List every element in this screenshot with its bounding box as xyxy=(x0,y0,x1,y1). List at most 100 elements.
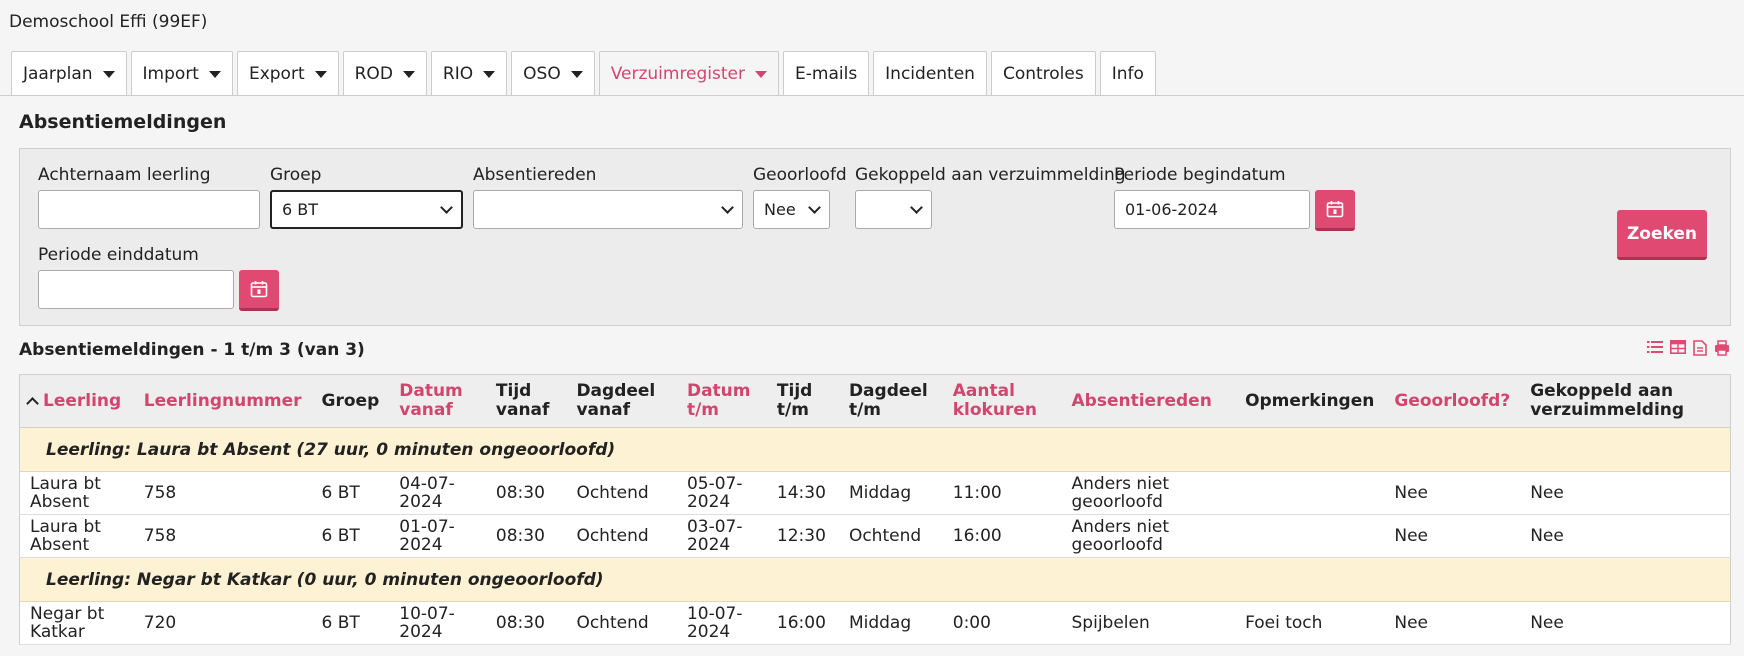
geoorloofd-select[interactable]: Nee xyxy=(753,190,830,229)
achternaam-label: Achternaam leerling xyxy=(38,165,211,185)
tab-rod[interactable]: ROD xyxy=(342,51,427,96)
cell-opmerkingen: Foei toch xyxy=(1235,601,1385,645)
caret-down-icon xyxy=(483,70,496,78)
cell-gekoppeld: Nee xyxy=(1520,471,1731,515)
col-groep: Groep xyxy=(311,374,390,428)
cell-dagdeel-vanaf: Ochtend xyxy=(566,601,677,645)
cell-tijd-vanaf: 08:30 xyxy=(485,514,567,558)
caret-down-icon xyxy=(570,70,583,78)
cell-leerling: Negar bt Katkar xyxy=(19,601,134,645)
cell-nummer: 758 xyxy=(133,471,312,515)
caret-down-icon xyxy=(314,70,327,78)
tab-label: Export xyxy=(248,64,305,84)
caret-down-icon xyxy=(208,70,221,78)
col-gekoppeld: Gekoppeld aan verzuimmelding xyxy=(1520,374,1731,428)
chevron-down-icon xyxy=(721,200,734,214)
cell-datum-tm: 10-07-2024 xyxy=(676,601,767,645)
tab-controles[interactable]: Controles xyxy=(990,51,1096,96)
begindatum-label: Periode begindatum xyxy=(1114,165,1286,185)
tab-label: Jaarplan xyxy=(23,64,93,84)
cell-nummer: 720 xyxy=(133,601,312,645)
cell-geoorloofd: Nee xyxy=(1384,601,1521,645)
col-tijd-vanaf: Tijd vanaf xyxy=(485,374,567,428)
tab-export[interactable]: Export xyxy=(236,51,339,96)
cell-opmerkingen xyxy=(1235,471,1385,515)
cell-dagdeel-vanaf: Ochtend xyxy=(566,514,677,558)
table-row[interactable]: Laura bt Absent 758 6 BT 04-07-2024 08:3… xyxy=(19,471,1731,515)
tab-oso[interactable]: OSO xyxy=(511,51,595,96)
cell-datum-vanaf: 01-07-2024 xyxy=(389,514,486,558)
col-geoorloofd[interactable]: Geoorloofd? xyxy=(1384,374,1521,428)
groep-value: 6 BT xyxy=(282,200,319,219)
table-view-icon[interactable] xyxy=(1670,340,1686,356)
tab-verzuimregister[interactable]: Verzuimregister xyxy=(598,51,780,96)
col-tijd-tm: Tijd t/m xyxy=(766,374,839,428)
col-absentiereden[interactable]: Absentiereden xyxy=(1061,374,1236,428)
tab-label: Verzuimregister xyxy=(610,64,746,84)
results-title: Absentiemeldingen - 1 t/m 3 (van 3) xyxy=(19,340,365,360)
cell-klokuren: 0:00 xyxy=(942,601,1062,645)
cell-dagdeel-tm: Ochtend xyxy=(838,514,943,558)
cell-dagdeel-tm: Middag xyxy=(838,601,943,645)
groep-label: Groep xyxy=(270,165,322,185)
tab-label: E-mails xyxy=(795,64,858,84)
tab-e-mails[interactable]: E-mails xyxy=(783,51,870,96)
col-leerlingnummer[interactable]: Leerlingnummer xyxy=(133,374,312,428)
begindatum-calendar-button[interactable] xyxy=(1315,190,1355,231)
tab-divider xyxy=(0,95,1744,96)
col-datum-tm[interactable]: Datum t/m xyxy=(676,374,767,428)
cell-nummer: 758 xyxy=(133,514,312,558)
caret-down-icon xyxy=(755,70,768,78)
chevron-down-icon xyxy=(808,200,821,214)
achternaam-input[interactable] xyxy=(38,190,260,229)
einddatum-input[interactable] xyxy=(38,270,234,309)
list-view-icon[interactable] xyxy=(1647,340,1663,356)
cell-tijd-tm: 14:30 xyxy=(766,471,839,515)
gekoppeld-label: Gekoppeld aan verzuimmelding xyxy=(855,165,1126,185)
document-export-icon[interactable] xyxy=(1693,340,1707,356)
tab-rio[interactable]: RIO xyxy=(430,51,508,96)
cell-tijd-tm: 12:30 xyxy=(766,514,839,558)
gekoppeld-select[interactable] xyxy=(855,190,932,229)
cell-dagdeel-tm: Middag xyxy=(838,471,943,515)
tab-jaarplan[interactable]: Jaarplan xyxy=(11,51,127,96)
search-button[interactable]: Zoeken xyxy=(1617,210,1707,260)
cell-leerling: Laura bt Absent xyxy=(19,471,134,515)
col-dagdeel-vanaf: Dagdeel vanaf xyxy=(566,374,677,428)
col-label: Leerling xyxy=(43,390,122,411)
cell-datum-tm: 03-07-2024 xyxy=(676,514,767,558)
cell-datum-vanaf: 10-07-2024 xyxy=(389,601,486,645)
col-datum-vanaf[interactable]: Datum vanaf xyxy=(389,374,486,428)
table-row[interactable]: Laura bt Absent 758 6 BT 01-07-2024 08:3… xyxy=(19,514,1731,558)
begindatum-input[interactable]: 01-06-2024 xyxy=(1114,190,1310,229)
tab-label: Controles xyxy=(1002,64,1084,84)
group-label: Leerling: Negar bt Katkar (0 uur, 0 minu… xyxy=(19,557,1731,602)
tab-label: Info xyxy=(1111,64,1144,84)
caret-down-icon xyxy=(402,70,415,78)
cell-geoorloofd: Nee xyxy=(1384,514,1521,558)
tab-label: RIO xyxy=(442,64,474,84)
cell-groep: 6 BT xyxy=(311,471,390,515)
col-leerling[interactable]: Leerling xyxy=(19,374,134,428)
calendar-icon xyxy=(250,281,268,298)
tab-incidenten[interactable]: Incidenten xyxy=(873,51,987,96)
group-row: Leerling: Laura bt Absent (27 uur, 0 min… xyxy=(19,427,1731,472)
calendar-icon xyxy=(1326,201,1344,218)
groep-select[interactable]: 6 BT xyxy=(270,190,463,229)
chevron-down-icon xyxy=(910,200,923,214)
col-aantal-klokuren[interactable]: Aantal klokuren xyxy=(942,374,1062,428)
cell-datum-tm: 05-07-2024 xyxy=(676,471,767,515)
cell-reden: Spijbelen xyxy=(1061,601,1236,645)
einddatum-calendar-button[interactable] xyxy=(239,270,279,311)
absentiereden-select[interactable] xyxy=(473,190,743,229)
cell-tijd-vanaf: 08:30 xyxy=(485,471,567,515)
tab-info[interactable]: Info xyxy=(1099,51,1156,96)
tab-label: Import xyxy=(142,64,199,84)
tab-import[interactable]: Import xyxy=(130,51,233,96)
cell-klokuren: 16:00 xyxy=(942,514,1062,558)
absentiereden-label: Absentiereden xyxy=(473,165,597,185)
group-row: Leerling: Negar bt Katkar (0 uur, 0 minu… xyxy=(19,557,1731,602)
table-row[interactable]: Negar bt Katkar 720 6 BT 10-07-2024 08:3… xyxy=(19,601,1731,645)
results-table: Leerling Leerlingnummer Groep Datum vana… xyxy=(19,374,1731,645)
print-icon[interactable] xyxy=(1714,340,1730,356)
